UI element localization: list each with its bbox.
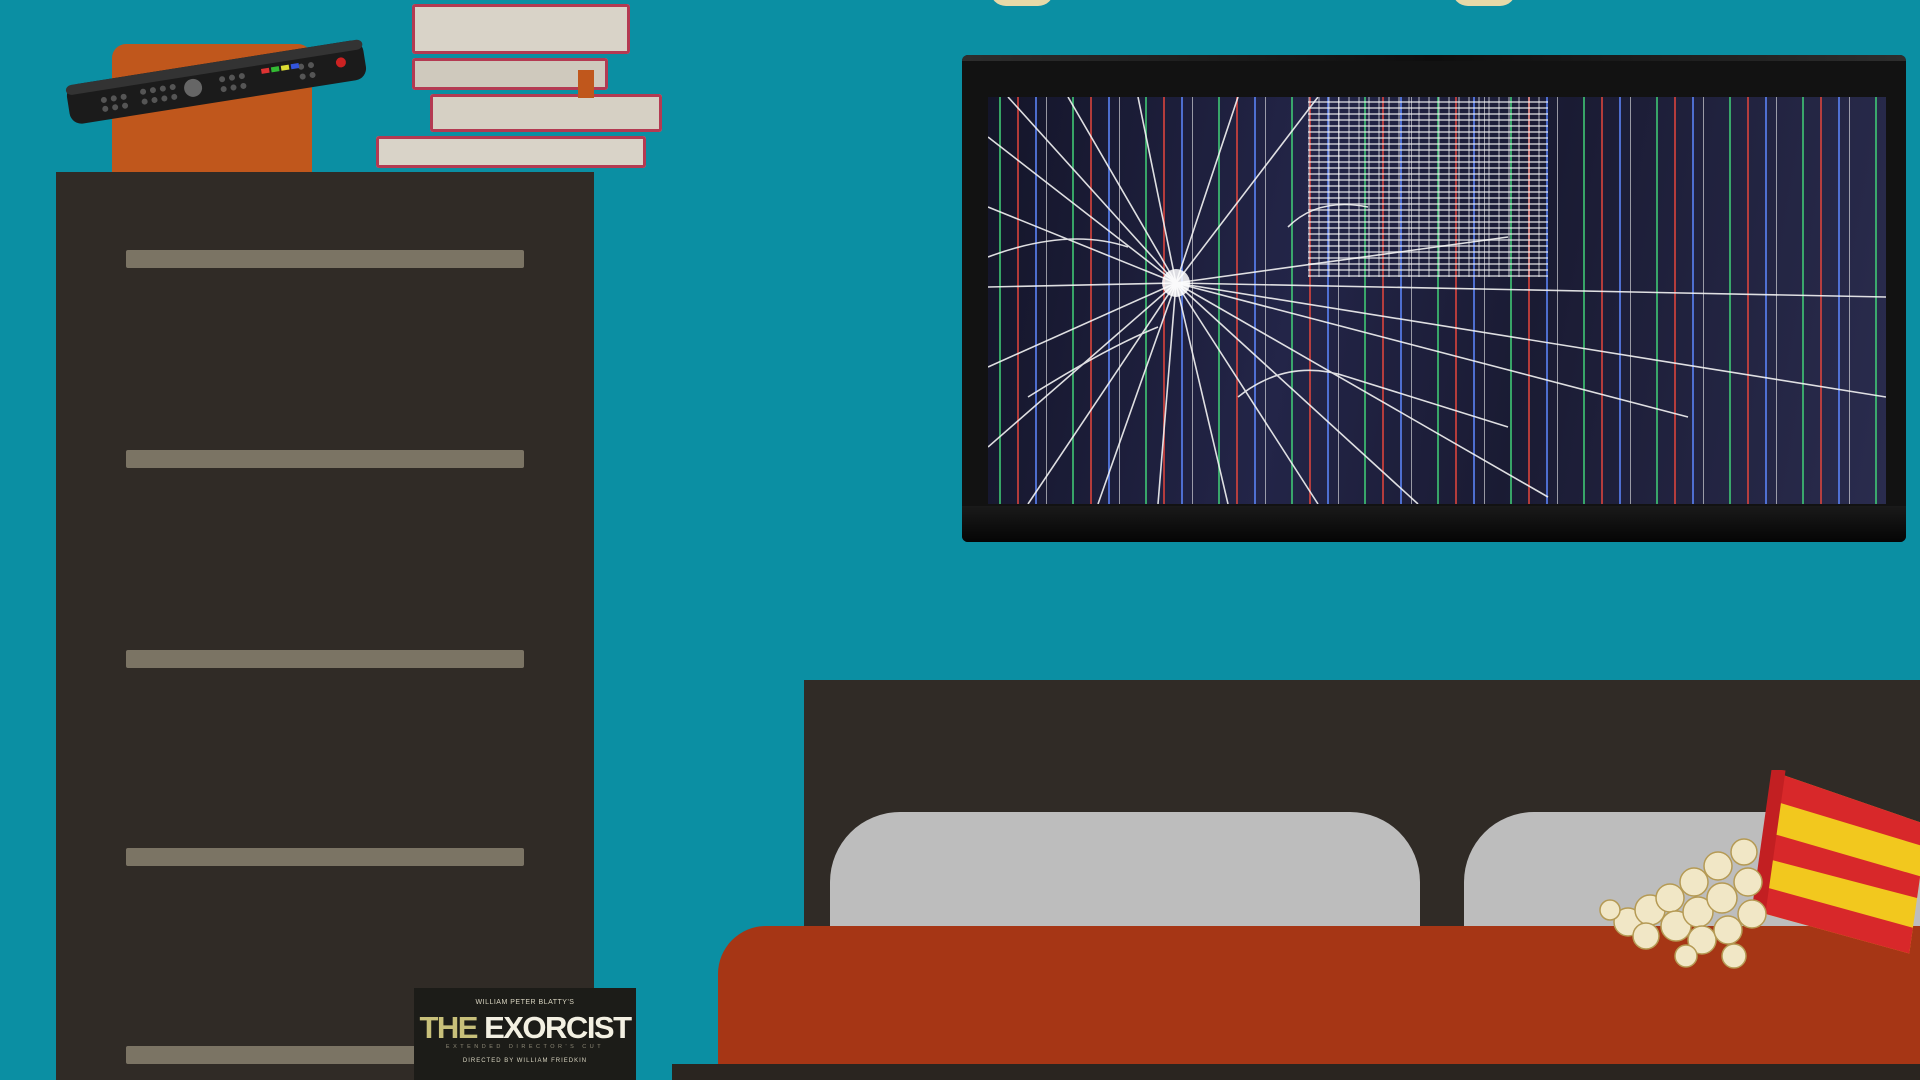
tv-remote-icon[interactable] (62, 34, 372, 124)
crack-lines (988, 97, 1886, 504)
tv-screen-cracked[interactable] (988, 97, 1886, 504)
movie-director: DIRECTED BY WILLIAM FRIEDKIN (462, 1058, 588, 1064)
book (376, 136, 646, 168)
movie-case-exorcist[interactable]: WILLIAM PETER BLATTY'S THE EXORCIST EXTE… (414, 988, 636, 1080)
movie-credit: WILLIAM PETER BLATTY'S (475, 999, 575, 1006)
tv-bezel (962, 55, 1906, 61)
wall-lamp (1452, 0, 1516, 6)
dresser (56, 172, 594, 1080)
drawer-handle[interactable] (126, 450, 524, 468)
drawer-handle[interactable] (126, 250, 524, 268)
tv-bottom-bezel (962, 506, 1906, 542)
movie-title: THE EXORCIST (414, 1010, 636, 1046)
popcorn-icon[interactable] (1598, 770, 1920, 970)
pillow[interactable] (830, 812, 1420, 942)
bookmark (578, 70, 594, 98)
broken-tv[interactable] (962, 55, 1906, 542)
movie-edition: EXTENDED DIRECTOR'S CUT (445, 1044, 605, 1050)
movie-title-prefix: THE (419, 1010, 478, 1045)
bed-base (672, 1064, 1920, 1080)
drawer-handle[interactable] (126, 848, 524, 866)
book (430, 94, 662, 132)
drawer-handle[interactable] (126, 650, 524, 668)
wall-lamp (990, 0, 1054, 6)
book-stack-icon[interactable] (374, 0, 664, 172)
book (412, 4, 630, 54)
movie-title-main: EXORCIST (484, 1010, 632, 1045)
